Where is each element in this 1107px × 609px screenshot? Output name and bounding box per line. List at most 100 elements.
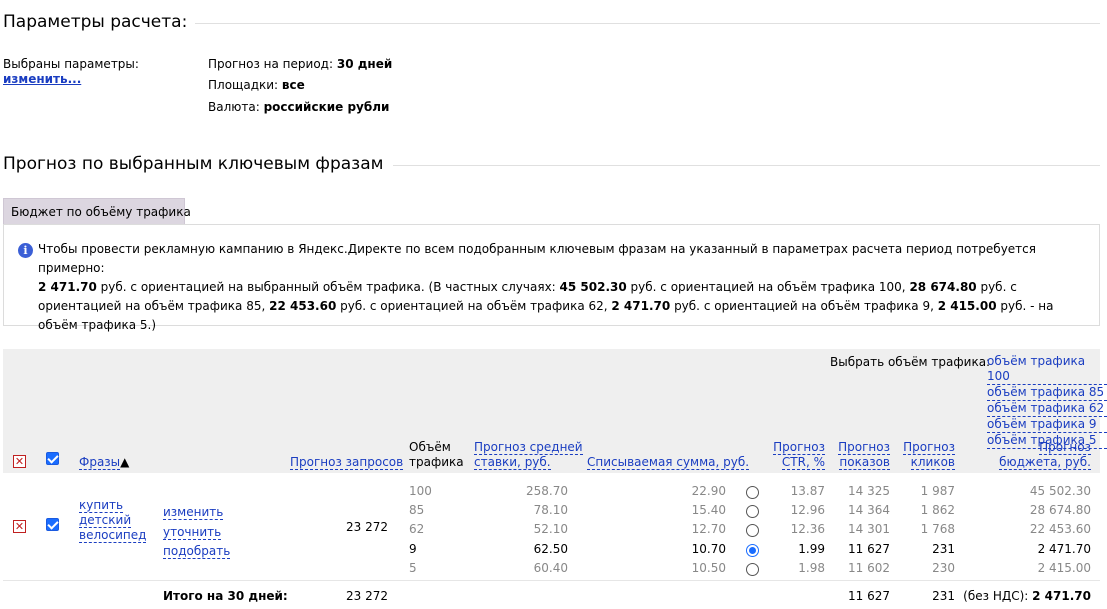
option-bid: 60.40 [533,561,568,575]
shows-link[interactable]: показов [839,455,890,470]
pick-phrases-link[interactable]: подобрать [163,544,231,559]
option-clicks: 1 987 [920,484,955,498]
option-bid: 62.50 [533,542,568,556]
currency-value: российские рубли [263,100,390,114]
option-shows: 14 301 [848,522,890,536]
info-icon: i [18,243,33,258]
option-budget: 28 674.80 [1029,503,1091,517]
option-bid: 78.10 [533,503,568,517]
info-text-part: руб. с ориентацией на выбранный объём тр… [96,280,560,294]
sort-arrow-icon: ▲ [120,455,130,469]
traffic-header-line: трафика [409,455,464,469]
info-amount: 45 502.30 [559,280,627,294]
budget-link[interactable]: Прогноз [1039,440,1091,455]
option-ctr: 12.96 [790,503,825,517]
option-budget: 45 502.30 [1029,484,1091,498]
delete-all-icon[interactable]: ✕ [13,455,26,468]
option-charge: 10.50 [691,561,726,575]
total-clicks: 231 [932,589,955,603]
clicks-header[interactable]: Прогноз кликов [895,440,955,470]
info-box: i Чтобы провести рекламную кампанию в Ян… [3,224,1100,332]
traffic-links: объём трафика 100 объём трафика 85 объём… [987,354,1107,449]
budget-header[interactable]: Прогноз бюджета, руб. [980,440,1091,470]
params-title: Параметры расчета: [3,12,188,32]
traffic-option-radio[interactable] [746,563,759,576]
ctr-link[interactable]: CTR, % [781,455,825,470]
option-traffic: 9 [409,542,417,556]
currency-label: Валюта: [208,100,260,114]
selected-params-label: Выбраны параметры: [3,57,139,71]
option-shows: 14 364 [848,503,890,517]
platforms-value: все [281,78,305,92]
option-charge: 12.70 [691,522,726,536]
option-traffic: 85 [409,503,425,517]
info-text-part: руб. с ориентацией на объём трафика 9, [670,299,938,313]
option-ctr: 13.87 [790,484,825,498]
shows-link[interactable]: Прогноз [838,440,890,455]
traffic-link-85[interactable]: объём трафика 85 [987,385,1107,401]
traffic-option-radio[interactable] [746,505,759,518]
info-amount: 2 471.70 [38,280,97,294]
ctr-link[interactable]: Прогноз [773,440,825,455]
clicks-link[interactable]: Прогноз [903,440,955,455]
phrase-text[interactable]: велосипед [79,528,147,543]
tab-budget-by-traffic[interactable]: Бюджет по объёму трафика [3,198,191,224]
option-budget: 2 415.00 [1037,561,1091,575]
select-all-checkbox[interactable] [46,452,59,465]
info-amount: 2 415.00 [937,299,997,313]
avg-bid-link[interactable]: Прогноз средней [474,440,583,455]
phrase-text[interactable]: детский [79,513,132,528]
ctr-header[interactable]: Прогноз CTR, % [765,440,825,470]
option-clicks: 231 [932,542,955,556]
traffic-link-9[interactable]: объём трафика 9 [987,417,1107,433]
phrase-text[interactable]: купить [79,498,124,513]
info-amount: 2 471.70 [611,299,671,313]
option-budget: 2 471.70 [1037,542,1091,556]
option-shows: 11 627 [848,542,890,556]
period-value: 30 дней [336,57,393,71]
info-text-part: руб. с ориентацией на объём трафика 100, [626,280,910,294]
queries-value: 23 272 [346,520,388,534]
charge-header[interactable]: Списываемая сумма, руб. [587,455,750,470]
total-budget: (без НДС): 2 471.70 [960,589,1091,603]
queries-sort-link[interactable]: Прогноз запросов [290,455,404,470]
clicks-link[interactable]: кликов [910,455,955,470]
phrase-link[interactable]: купить детский велосипед [79,498,147,543]
queries-header[interactable]: Прогноз запросов [290,455,404,470]
platforms-label: Площадки: [208,78,279,92]
traffic-link-100[interactable]: объём трафика 100 [987,354,1107,385]
traffic-header: Объём трафика [409,440,464,470]
budget-link[interactable]: бюджета, руб. [999,455,1091,470]
delete-phrase-icon[interactable]: ✕ [13,520,26,533]
option-ctr: 12.36 [790,522,825,536]
info-amount: 22 453.60 [269,299,337,313]
currency-line: Валюта: российские рубли [208,100,389,114]
phrases-header[interactable]: Фразы▲ [79,455,129,470]
option-shows: 11 602 [848,561,890,575]
charge-link[interactable]: Списываемая сумма, руб. [587,455,750,470]
shows-header[interactable]: Прогноз показов [830,440,890,470]
option-ctr: 1.98 [798,561,825,575]
traffic-option-radio[interactable] [746,524,759,537]
avg-bid-link[interactable]: ставки, руб. [474,455,551,470]
change-params-link[interactable]: изменить... [3,72,81,86]
total-label: Итого на 30 дней: [163,589,288,603]
forecast-divider [393,165,1100,166]
option-traffic: 100 [409,484,432,498]
option-charge: 15.40 [691,503,726,517]
avg-bid-header[interactable]: Прогноз средней ставки, руб. [474,440,583,470]
option-charge: 22.90 [691,484,726,498]
change-phrase-link[interactable]: изменить [163,505,224,520]
phrase-actions: изменить уточнить подобрать [163,503,231,562]
traffic-link-62[interactable]: объём трафика 62 [987,401,1107,417]
phrases-sort-link[interactable]: Фразы [79,455,121,470]
refine-phrase-link[interactable]: уточнить [163,524,222,540]
traffic-option-radio[interactable] [746,486,759,499]
traffic-option-radio[interactable] [746,544,759,557]
platforms-line: Площадки: все [208,78,305,92]
params-divider [195,23,1100,24]
info-text: Чтобы провести рекламную кампанию в Янде… [38,240,1088,335]
phrase-checkbox[interactable] [46,518,59,531]
traffic-header-line: Объём [409,440,451,454]
select-traffic-label: Выбрать объём трафика: [830,355,991,369]
